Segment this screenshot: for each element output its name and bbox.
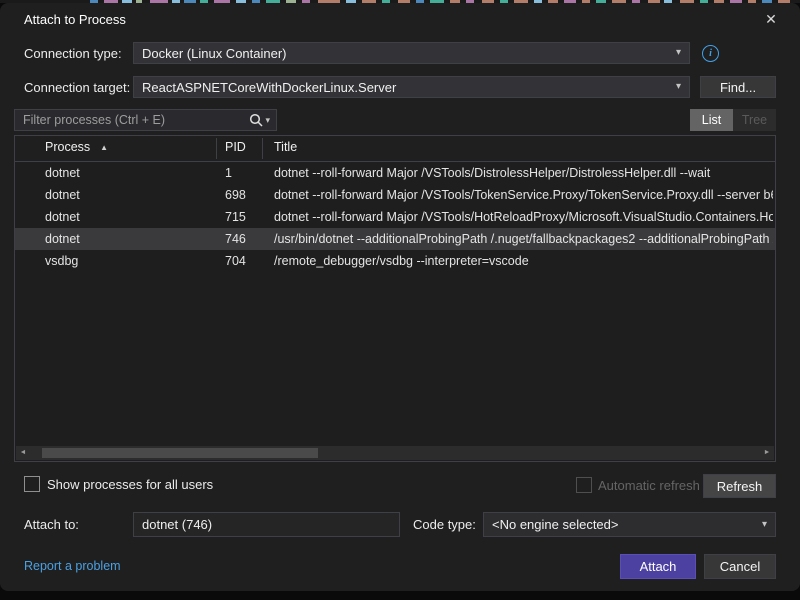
column-header-process[interactable]: Process▲ [45,140,108,154]
cell-title: dotnet --roll-forward Major /VSTools/Dis… [274,162,773,184]
cell-pid: 715 [225,206,246,228]
cell-process: dotnet [45,228,80,250]
table-row[interactable]: vsdbg 704 /remote_debugger/vsdbg --inter… [15,250,775,272]
chevron-down-icon: ▾ [670,48,681,58]
scroll-right-icon[interactable]: ► [760,446,774,460]
column-divider[interactable] [262,138,263,159]
connection-target-value: ReactASPNETCoreWithDockerLinux.Server [142,80,396,95]
close-icon[interactable]: ✕ [760,9,782,29]
scrollbar-thumb[interactable] [42,448,318,458]
scroll-left-icon[interactable]: ◄ [16,446,30,460]
column-header-pid[interactable]: PID [225,140,246,154]
connection-target-dropdown[interactable]: ReactASPNETCoreWithDockerLinux.Server ▾ [133,76,690,98]
show-all-users-label[interactable]: Show processes for all users [47,477,213,492]
cell-pid: 698 [225,184,246,206]
cell-title: dotnet --roll-forward Major /VSTools/Tok… [274,184,773,206]
column-divider[interactable] [216,138,217,159]
automatic-refresh-checkbox [576,477,592,493]
process-table: Process▲ PID Title dotnet 1 dotnet --rol… [14,135,776,462]
automatic-refresh-label: Automatic refresh [598,478,700,493]
code-type-dropdown[interactable]: <No engine selected> ▾ [483,512,776,537]
table-row[interactable]: dotnet 1 dotnet --roll-forward Major /VS… [15,162,775,184]
chevron-down-icon[interactable]: ▾ [265,115,276,126]
report-a-problem-link[interactable]: Report a problem [24,559,121,573]
table-row[interactable]: dotnet 746 /usr/bin/dotnet --additionalP… [15,228,775,250]
cell-pid: 704 [225,250,246,272]
tree-view-button: Tree [733,109,776,131]
search-icon[interactable] [245,113,265,127]
filter-processes-input[interactable] [15,113,245,127]
horizontal-scrollbar[interactable]: ◄ ► [16,446,774,460]
connection-target-label: Connection target: [24,80,130,95]
code-type-value: <No engine selected> [492,517,618,532]
attach-to-label: Attach to: [24,517,79,532]
cell-process: dotnet [45,206,80,228]
info-icon[interactable]: i [702,45,719,62]
list-view-button[interactable]: List [690,109,733,131]
cell-title: /remote_debugger/vsdbg --interpreter=vsc… [274,250,773,272]
attach-to-process-dialog: Attach to Process ✕ Connection type: Doc… [0,3,800,591]
cell-pid: 1 [225,162,232,184]
cell-pid: 746 [225,228,246,250]
chevron-down-icon: ▾ [756,520,767,530]
cell-process: dotnet [45,162,80,184]
cell-title: /usr/bin/dotnet --additionalProbingPath … [274,228,773,250]
cell-process: dotnet [45,184,80,206]
attach-to-field-wrap [133,512,400,537]
code-type-label: Code type: [413,517,476,532]
screen: Attach to Process ✕ Connection type: Doc… [0,0,800,600]
table-row[interactable]: dotnet 698 dotnet --roll-forward Major /… [15,184,775,206]
cell-process: vsdbg [45,250,78,272]
connection-type-label: Connection type: [24,46,122,61]
cancel-button[interactable]: Cancel [704,554,776,579]
attach-button[interactable]: Attach [620,554,696,579]
connection-type-dropdown[interactable]: Docker (Linux Container) ▾ [133,42,690,64]
show-all-users-checkbox[interactable] [24,476,40,492]
dialog-title: Attach to Process [24,12,126,27]
connection-type-value: Docker (Linux Container) [142,46,287,61]
chevron-down-icon: ▾ [670,82,681,92]
sort-ascending-icon: ▲ [100,143,108,152]
process-table-header: Process▲ PID Title [15,136,775,162]
refresh-button[interactable]: Refresh [703,474,776,498]
table-row[interactable]: dotnet 715 dotnet --roll-forward Major /… [15,206,775,228]
find-button[interactable]: Find... [700,76,776,98]
attach-to-input[interactable] [134,517,399,532]
column-header-title[interactable]: Title [274,140,297,154]
process-rows: dotnet 1 dotnet --roll-forward Major /VS… [15,162,775,272]
cell-title: dotnet --roll-forward Major /VSTools/Hot… [274,206,773,228]
filter-processes-box: ▾ [14,109,277,131]
